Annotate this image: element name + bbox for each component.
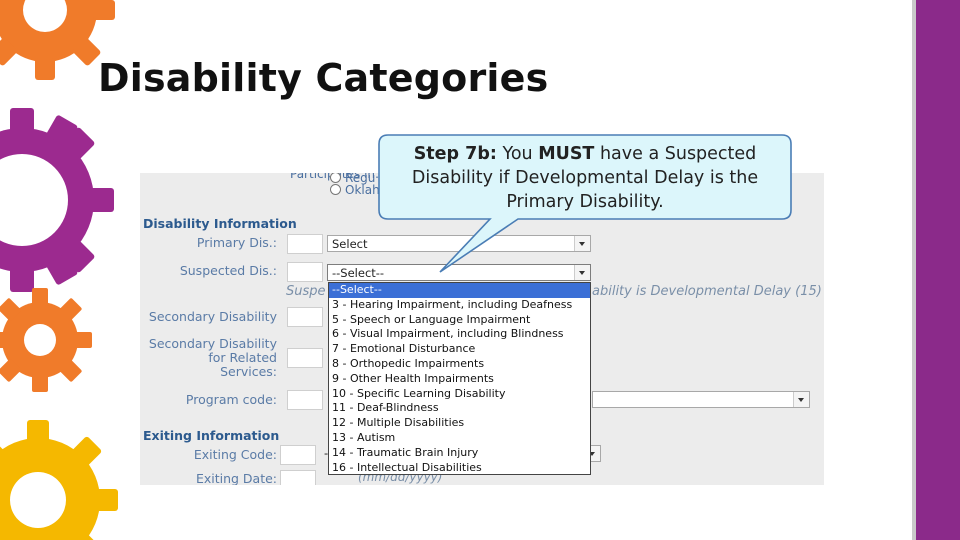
program-code-label: Program code: xyxy=(185,392,277,407)
radio-option-label: Oklah xyxy=(345,183,380,197)
dropdown-option[interactable]: 3 - Hearing Impairment, including Deafne… xyxy=(329,298,590,313)
suspected-note-right: ability is Developmental Delay (15) xyxy=(592,284,822,299)
dropdown-option[interactable]: 8 - Orthopedic Impairments xyxy=(329,357,590,372)
callout-step: Step 7b: xyxy=(413,144,497,164)
dropdown-option[interactable]: 7 - Emotional Disturbance xyxy=(329,342,590,357)
chevron-down-icon[interactable] xyxy=(793,392,809,407)
secondary-disability-code-input[interactable] xyxy=(287,307,323,327)
dropdown-option[interactable]: 11 - Deaf-Blindness xyxy=(329,401,590,416)
program-code-input[interactable] xyxy=(287,390,323,410)
dropdown-option[interactable]: 12 - Multiple Disabilities xyxy=(329,416,590,431)
dropdown-option[interactable]: 5 - Speech or Language Impairment xyxy=(329,313,590,328)
exiting-date-label: Exiting Date: xyxy=(195,471,277,486)
suspected-note-left: Suspe xyxy=(286,284,326,299)
radio-button-icon[interactable] xyxy=(330,173,341,183)
slide-title: Disability Categories xyxy=(98,56,549,100)
callout-text: Step 7b: You MUST have a Suspected Disab… xyxy=(378,142,792,214)
primary-disability-code-input[interactable] xyxy=(287,234,323,254)
purple-gear xyxy=(0,108,114,292)
dropdown-option[interactable]: 10 - Specific Learning Disability xyxy=(329,387,590,402)
dropdown-option[interactable]: 6 - Visual Impairment, including Blindne… xyxy=(329,327,590,342)
orange-gear-middle xyxy=(0,288,92,392)
secondary-related-label-line-1: Secondary Disability xyxy=(148,336,277,351)
callout-must: MUST xyxy=(538,144,595,164)
exiting-information-heading: Exiting Information xyxy=(143,428,280,443)
secondary-disability-label: Secondary Disability xyxy=(148,309,277,324)
suspected-disability-value: --Select-- xyxy=(332,266,385,280)
right-accent-bar xyxy=(916,0,960,540)
secondary-related-label-line-2: for Related xyxy=(208,350,277,365)
exiting-code-input[interactable] xyxy=(280,445,316,465)
secondary-related-code-input[interactable] xyxy=(287,348,323,368)
suspected-disability-label: Suspected Dis.: xyxy=(179,263,277,278)
dropdown-option[interactable]: 16 - Intellectual Disabilities xyxy=(329,461,590,476)
callout-text-pre: You xyxy=(502,144,533,164)
suspected-disability-dropdown-list[interactable]: --Select-- 3 - Hearing Impairment, includ… xyxy=(328,282,591,475)
dropdown-option[interactable]: 13 - Autism xyxy=(329,431,590,446)
dropdown-option[interactable]: --Select-- xyxy=(329,283,590,298)
secondary-related-label-line-3: Services: xyxy=(220,364,277,379)
program-code-select[interactable] xyxy=(592,391,810,408)
radio-button-icon[interactable] xyxy=(330,184,341,195)
primary-disability-label: Primary Dis.: xyxy=(196,235,277,250)
slide: Disability Categories Participates in: R… xyxy=(0,0,960,540)
exiting-date-input[interactable] xyxy=(280,470,316,485)
dropdown-option[interactable]: 9 - Other Health Impairments xyxy=(329,372,590,387)
primary-disability-value: Select xyxy=(332,237,368,251)
exiting-code-label: Exiting Code: xyxy=(193,447,277,462)
yellow-gear xyxy=(0,420,118,540)
secondary-related-label: Secondary Disability for Related Service… xyxy=(140,337,277,379)
disability-information-heading: Disability Information xyxy=(143,216,297,231)
radio-option-2[interactable]: Oklah xyxy=(330,183,380,197)
dropdown-option[interactable]: 14 - Traumatic Brain Injury xyxy=(329,446,590,461)
suspected-disability-code-input[interactable] xyxy=(287,262,323,282)
